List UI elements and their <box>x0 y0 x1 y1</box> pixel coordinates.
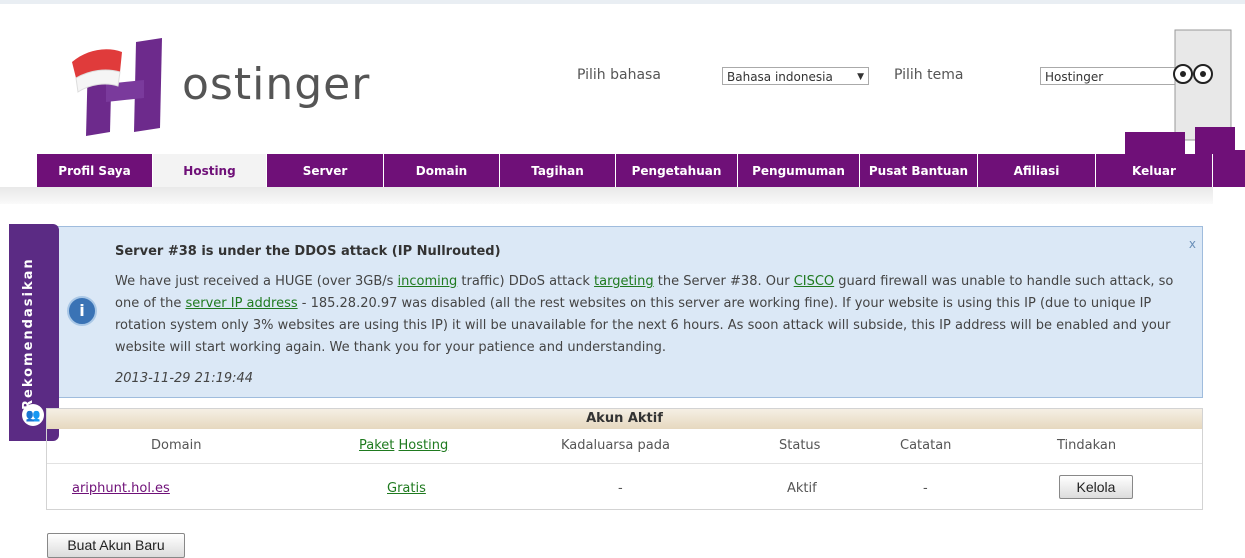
tab-pusat-bantuan[interactable]: Pusat Bantuan <box>860 154 978 191</box>
theme-select-value: Hostinger <box>1045 70 1104 84</box>
robot-mascot-icon <box>1080 22 1235 154</box>
announcement-title: Server #38 is under the DDOS attack (IP … <box>115 244 501 259</box>
header: ostinger Pilih bahasa Bahasa indonesia ▼… <box>0 4 1245 191</box>
announcement-text: the Server #38. Our <box>653 274 794 289</box>
tab-afiliasi[interactable]: Afiliasi <box>978 154 1096 191</box>
header-domain: Domain <box>151 438 202 453</box>
tab-pengetahuan[interactable]: Pengetahuan <box>616 154 738 191</box>
link-incoming[interactable]: incoming <box>398 274 458 289</box>
header-paket-link[interactable]: Paket <box>359 438 394 453</box>
active-accounts-table: Akun Aktif Domain Paket Hosting Kadaluar… <box>46 408 1203 510</box>
link-cisco[interactable]: CISCO <box>794 274 834 289</box>
announcement-box: i x Server #38 is under the DDOS attack … <box>57 226 1203 398</box>
tab-server[interactable]: Server <box>267 154 384 191</box>
link-server-ip-address[interactable]: server IP address <box>185 296 297 311</box>
info-icon: i <box>67 296 97 326</box>
nav-subbar <box>0 187 1213 204</box>
announcement-body: We have just received a HUGE (over 3GB/s… <box>115 271 1195 359</box>
tab-tagihan[interactable]: Tagihan <box>500 154 616 191</box>
header-hosting-link[interactable]: Hosting <box>399 438 449 453</box>
tab-hosting[interactable]: Hosting <box>153 154 267 191</box>
close-icon[interactable]: x <box>1189 237 1196 251</box>
announcement-date: 2013-11-29 21:19:44 <box>115 371 254 386</box>
header-status: Status <box>779 438 821 453</box>
tab-keluar[interactable]: Keluar <box>1096 154 1213 191</box>
header-notes: Catatan <box>900 438 952 453</box>
table-title: Akun Aktif <box>47 409 1202 429</box>
tab-domain[interactable]: Domain <box>384 154 500 191</box>
main-nav: Profil Saya Hosting Server Domain Tagiha… <box>37 154 1217 191</box>
manage-button[interactable]: Kelola <box>1059 475 1133 499</box>
recommend-label: Rekomendasikan <box>21 257 36 410</box>
language-select[interactable]: Bahasa indonesia ▼ <box>722 67 869 85</box>
theme-label: Pilih tema <box>894 67 964 83</box>
create-account-button[interactable]: Buat Akun Baru <box>47 533 185 558</box>
tab-profil-saya[interactable]: Profil Saya <box>37 154 153 191</box>
brand-name: ostinger <box>182 59 371 110</box>
expires-value: - <box>618 481 623 496</box>
header-action: Tindakan <box>1057 438 1117 453</box>
notes-value: - <box>923 481 928 496</box>
row-divider <box>47 463 1202 464</box>
nav-right-edge <box>1213 150 1245 187</box>
announcement-text: We have just received a HUGE (over 3GB/s <box>115 274 398 289</box>
language-label: Pilih bahasa <box>577 67 661 83</box>
header-paket[interactable]: Paket Hosting <box>359 438 448 453</box>
link-targeting[interactable]: targeting <box>594 274 654 289</box>
logo-h-icon <box>72 38 162 136</box>
chevron-down-icon: ▼ <box>857 72 864 82</box>
language-select-value: Bahasa indonesia <box>727 70 833 84</box>
plan-link[interactable]: Gratis <box>387 481 426 496</box>
status-value: Aktif <box>787 481 817 496</box>
tab-pengumuman[interactable]: Pengumuman <box>738 154 860 191</box>
users-icon: 👥 <box>22 404 44 426</box>
domain-link[interactable]: ariphunt.hol.es <box>72 481 170 496</box>
announcement-text: traffic) DDoS attack <box>457 274 595 289</box>
header-expires: Kadaluarsa pada <box>561 438 670 453</box>
